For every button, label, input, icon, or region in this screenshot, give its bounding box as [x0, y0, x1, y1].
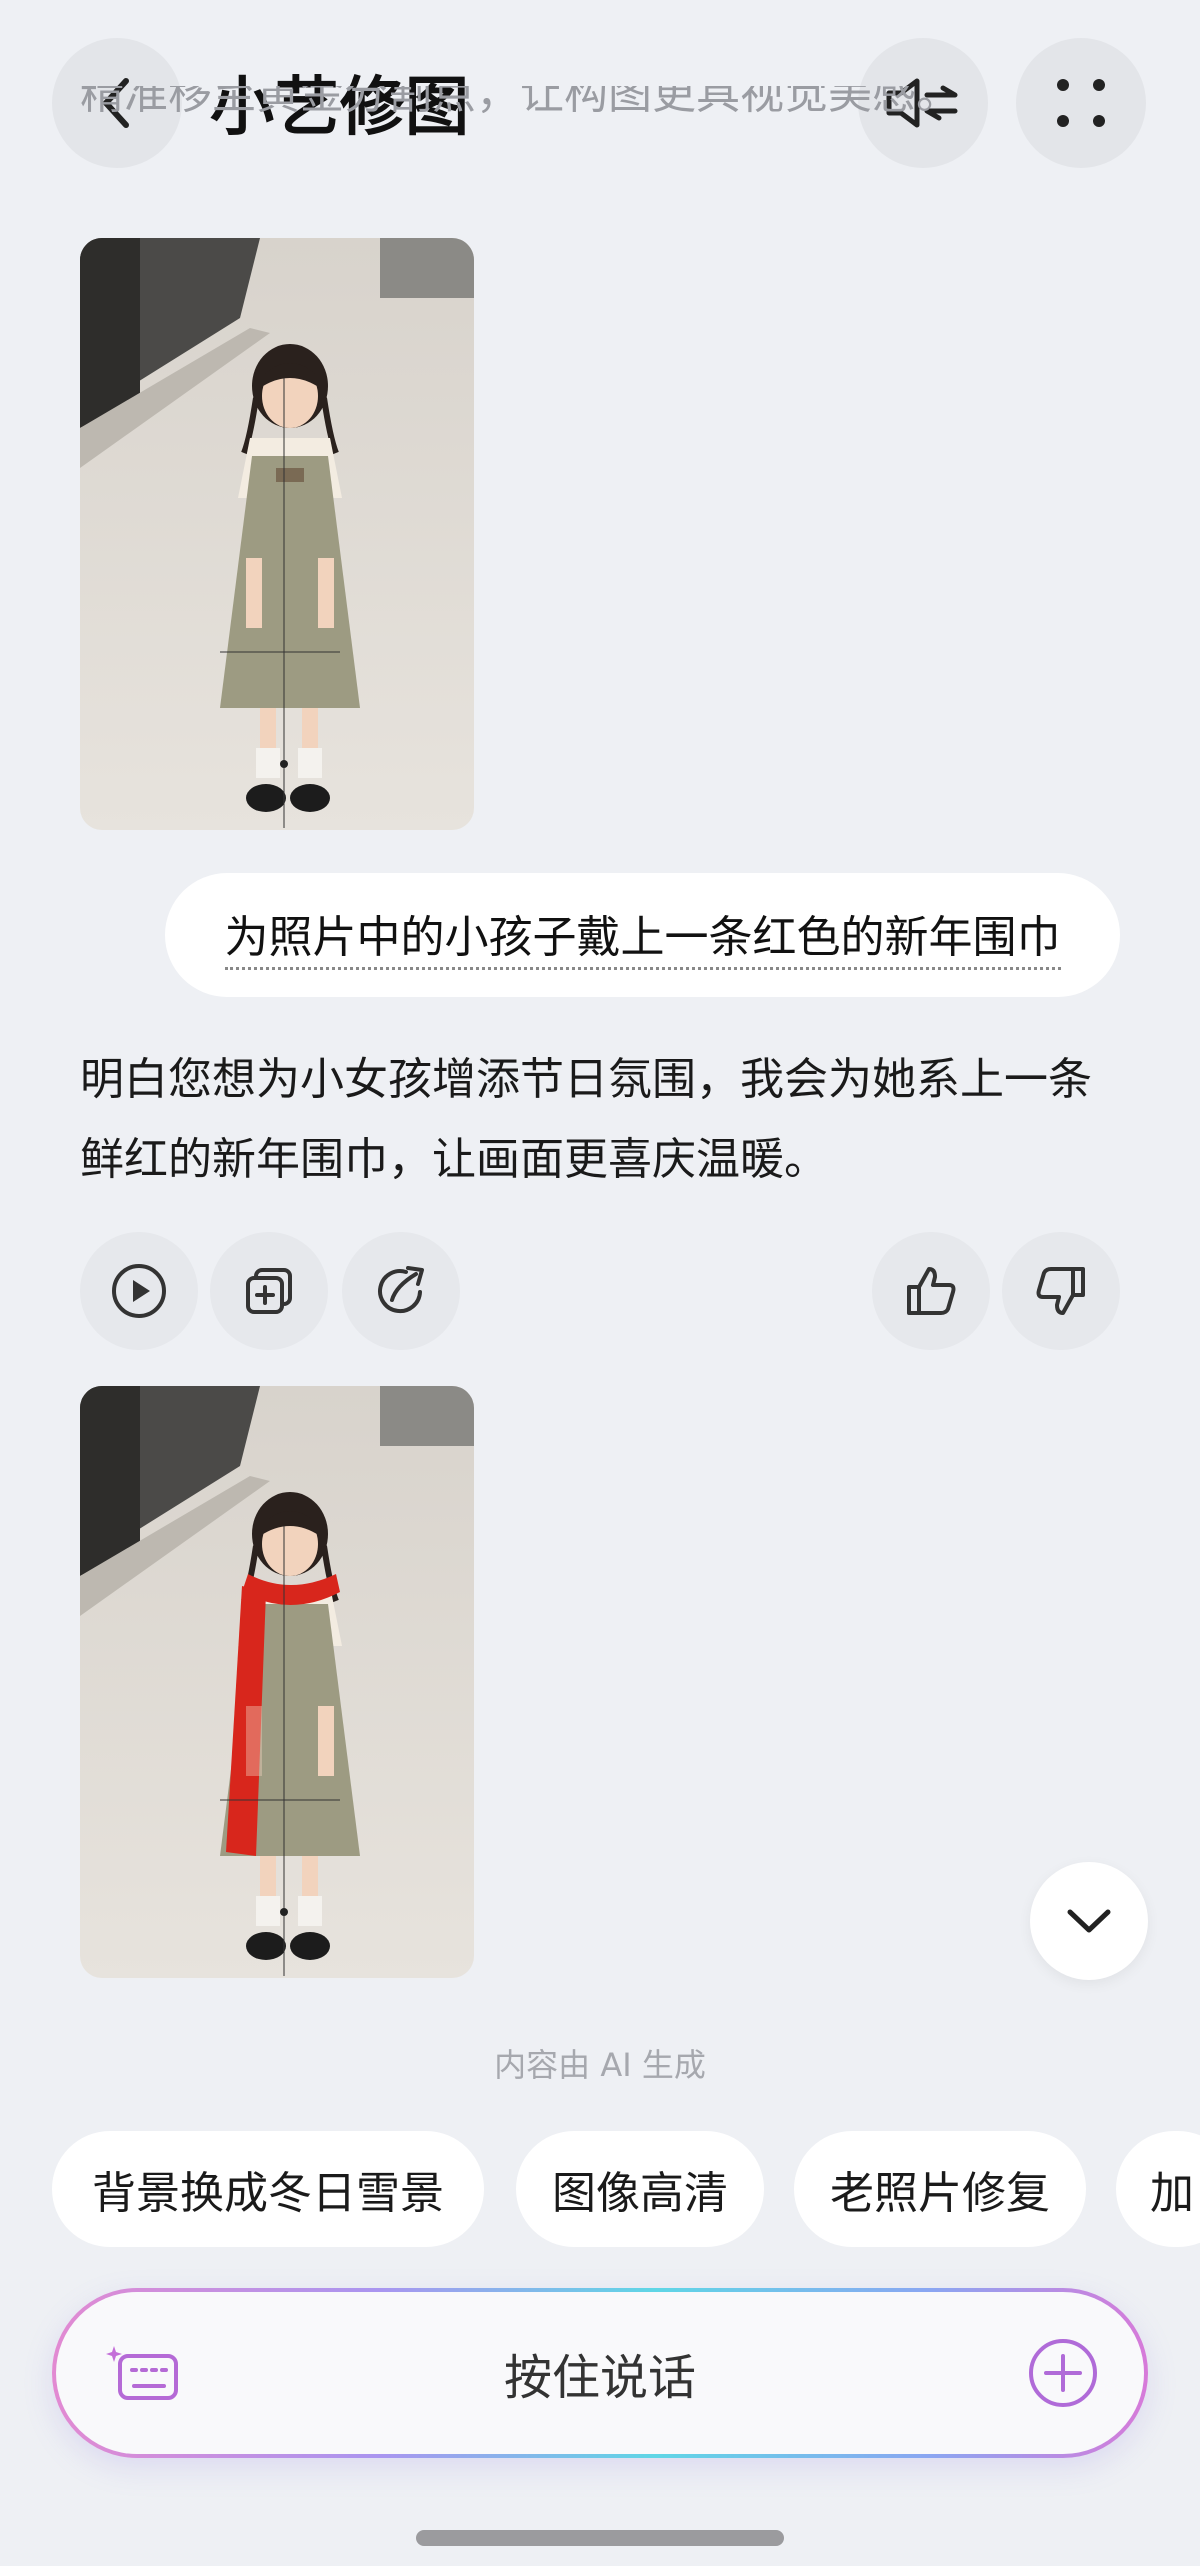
original-photo[interactable] [80, 238, 474, 830]
scroll-down-button[interactable] [1030, 1862, 1148, 1980]
assistant-reply: 明白您想为小女孩增添节日氛围，我会为她系上一条鲜红的新年围巾，让画面更喜庆温暖。 [80, 1054, 1092, 1185]
ai-disclaimer: 内容由 AI 生成 [494, 2046, 706, 2084]
suggestion-chip[interactable]: 背景换成冬日雪景 [52, 2131, 484, 2247]
hold-to-talk-label: 按住说话 [503, 2350, 696, 2406]
home-indicator[interactable] [416, 2530, 784, 2546]
suggestion-chip[interactable]: 老照片修复 [794, 2131, 1086, 2247]
chevron-down-icon [1067, 1909, 1111, 1933]
keyboard-sparkle-icon[interactable] [106, 2342, 182, 2404]
plus-circle-icon[interactable] [1026, 2336, 1100, 2410]
share-icon [378, 1266, 424, 1314]
suggestion-chip[interactable]: 图像高清 [516, 2131, 764, 2247]
previous-message-text: 精准移至黄金分割点，让构图更具视觉美感。 [80, 86, 960, 119]
voice-input-bar[interactable]: 按住说话 [52, 2288, 1148, 2458]
like-button[interactable] [872, 1232, 990, 1350]
edited-photo[interactable] [80, 1386, 474, 1978]
suggestion-chip[interactable]: 加 [1116, 2131, 1200, 2247]
thumbs-down-icon [1036, 1267, 1085, 1315]
thumbs-up-icon [907, 1267, 956, 1315]
share-button[interactable] [342, 1232, 460, 1350]
play-icon [112, 1264, 166, 1318]
copy-add-button[interactable] [210, 1232, 328, 1350]
user-message-text: 为照片中的小孩子戴上一条红色的新年围巾 [224, 901, 1061, 970]
dislike-button[interactable] [1002, 1232, 1120, 1350]
copy-add-icon [246, 1268, 292, 1314]
user-message-bubble[interactable]: 为照片中的小孩子戴上一条红色的新年围巾 [165, 873, 1120, 997]
play-button[interactable] [80, 1232, 198, 1350]
